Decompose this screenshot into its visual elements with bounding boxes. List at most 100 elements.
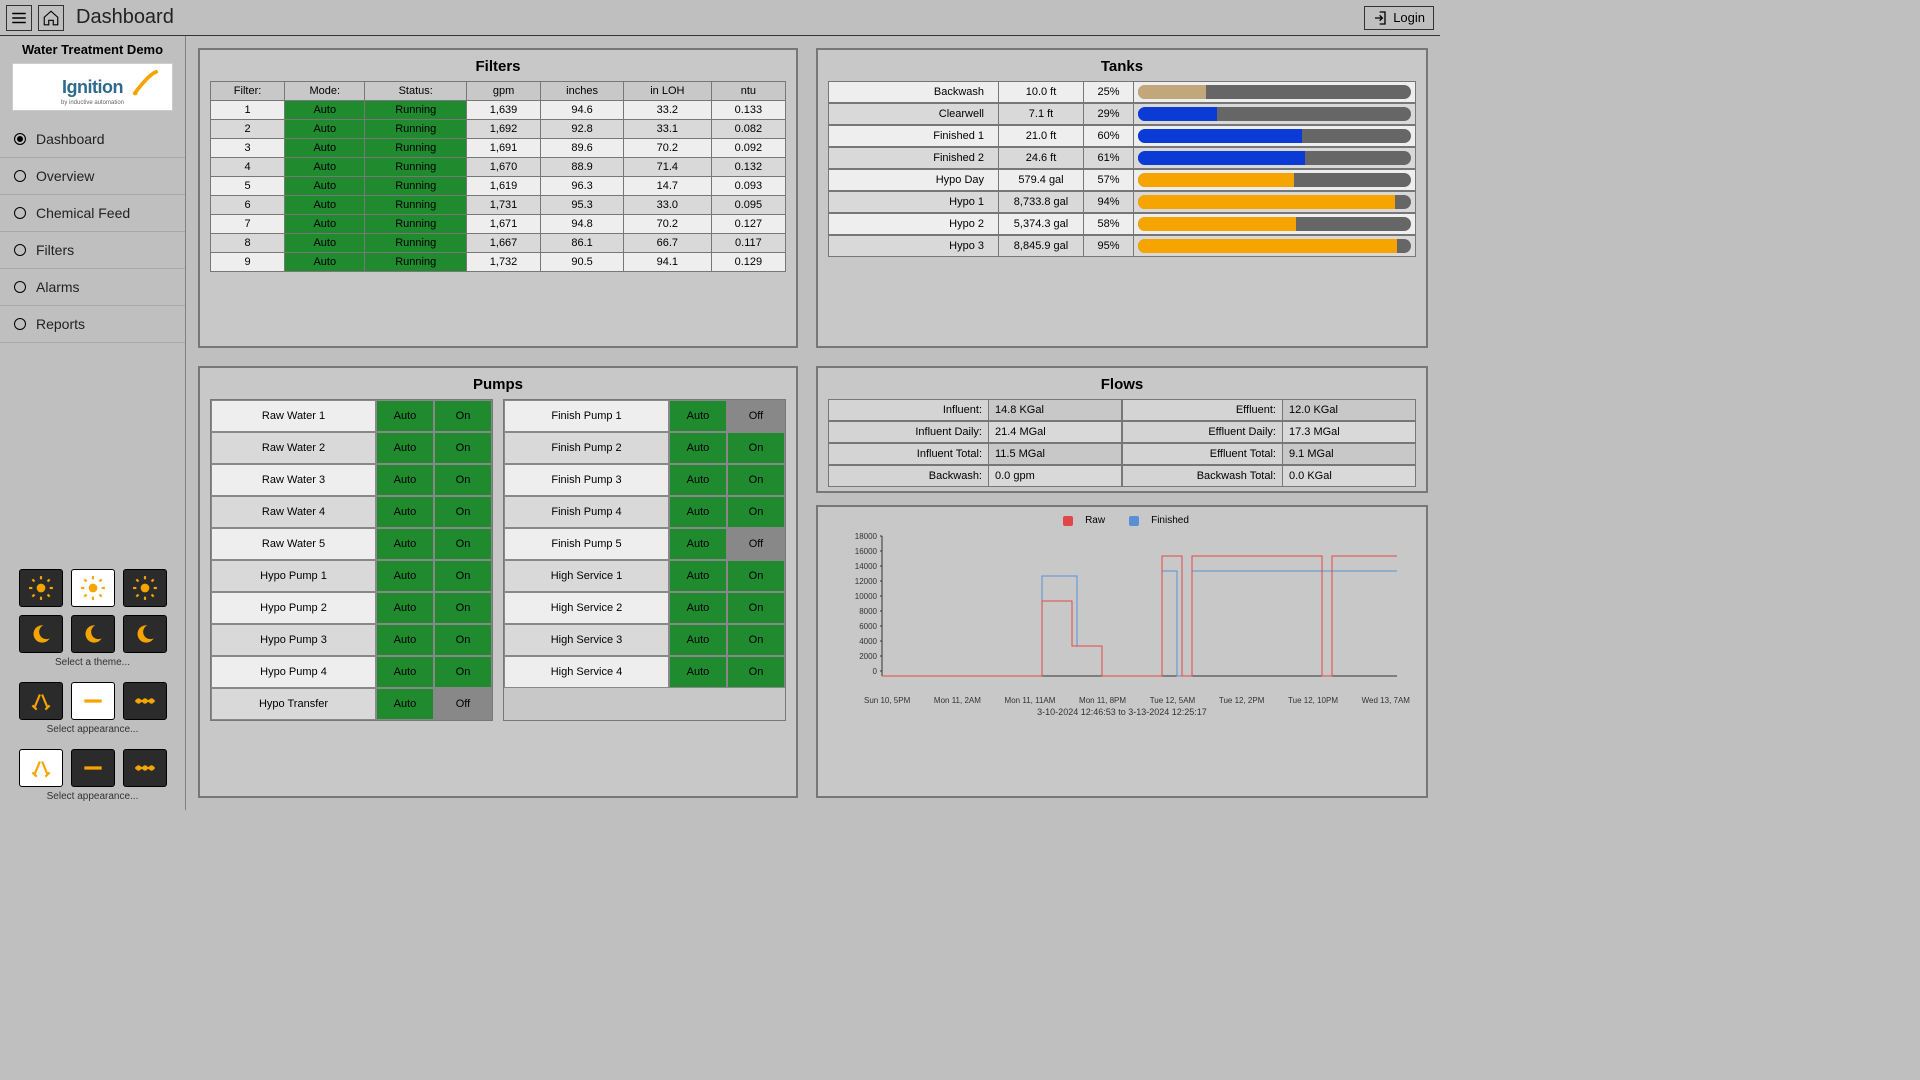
pump-row[interactable]: Hypo TransferAutoOff <box>211 688 492 720</box>
tank-pct: 95% <box>1084 236 1134 256</box>
logo: Ignition by inductive automation <box>12 63 173 111</box>
nav-item-dashboard[interactable]: Dashboard <box>0 121 185 158</box>
pump-row[interactable]: Raw Water 4AutoOn <box>211 496 492 528</box>
theme-tile-3[interactable] <box>19 615 63 653</box>
theme-tile-4[interactable] <box>71 615 115 653</box>
tank-pct: 57% <box>1084 170 1134 190</box>
appearance-tile-a-2[interactable] <box>123 682 167 720</box>
appearance-tile-a-0[interactable] <box>19 682 63 720</box>
radio-icon <box>14 207 26 219</box>
filters-header: Status: <box>365 82 466 101</box>
filter-row[interactable]: 4AutoRunning1,67088.971.40.132 <box>211 158 786 177</box>
pump-mode: Auto <box>376 464 434 496</box>
pump-row[interactable]: Raw Water 3AutoOn <box>211 464 492 496</box>
pump-row[interactable]: Finish Pump 5AutoOff <box>504 528 785 560</box>
filter-row[interactable]: 5AutoRunning1,61996.314.70.093 <box>211 177 786 196</box>
tank-pct: 61% <box>1084 148 1134 168</box>
flow-label: Influent Daily: <box>829 422 989 442</box>
pump-name: Finish Pump 2 <box>504 432 669 464</box>
xaxis-label: Tue 12, 2PM <box>1219 696 1265 705</box>
tank-row[interactable]: Hypo 25,374.3 gal58% <box>828 213 1416 235</box>
tank-row[interactable]: Clearwell7.1 ft29% <box>828 103 1416 125</box>
pump-row[interactable]: Hypo Pump 4AutoOn <box>211 656 492 688</box>
appearance-tile-a-1[interactable] <box>71 682 115 720</box>
tank-row[interactable]: Backwash10.0 ft25% <box>828 81 1416 103</box>
nav-item-filters[interactable]: Filters <box>0 232 185 269</box>
pump-row[interactable]: High Service 3AutoOn <box>504 624 785 656</box>
pump-state: On <box>727 656 785 688</box>
trend-chart: RawFinished 1800016000140001200010000800… <box>816 505 1428 798</box>
pump-row[interactable]: Hypo Pump 2AutoOn <box>211 592 492 624</box>
flows-title: Flows <box>828 376 1416 393</box>
filter-row[interactable]: 8AutoRunning1,66786.166.70.117 <box>211 234 786 253</box>
nav-item-chemical-feed[interactable]: Chemical Feed <box>0 195 185 232</box>
theme-tile-1[interactable] <box>71 569 115 607</box>
pump-row[interactable]: Raw Water 5AutoOn <box>211 528 492 560</box>
appearance-caption-2: Select appearance... <box>0 791 185 802</box>
tank-row[interactable]: Hypo 18,733.8 gal94% <box>828 191 1416 213</box>
tank-row[interactable]: Hypo Day579.4 gal57% <box>828 169 1416 191</box>
pump-state: On <box>434 624 492 656</box>
filter-row[interactable]: 1AutoRunning1,63994.633.20.133 <box>211 101 786 120</box>
pump-row[interactable]: Finish Pump 2AutoOn <box>504 432 785 464</box>
home-button[interactable] <box>38 5 64 31</box>
theme-tile-2[interactable] <box>123 569 167 607</box>
login-button[interactable]: Login <box>1364 6 1434 30</box>
tank-name: Finished 1 <box>829 126 999 146</box>
menu-button[interactable] <box>6 5 32 31</box>
pump-row[interactable]: Finish Pump 3AutoOn <box>504 464 785 496</box>
pump-row[interactable]: High Service 4AutoOn <box>504 656 785 688</box>
filter-row[interactable]: 9AutoRunning1,73290.594.10.129 <box>211 253 786 272</box>
filter-row[interactable]: 7AutoRunning1,67194.870.20.127 <box>211 215 786 234</box>
appearance-tile-b-2[interactable] <box>123 749 167 787</box>
pump-row[interactable]: High Service 2AutoOn <box>504 592 785 624</box>
theme-tile-0[interactable] <box>19 569 63 607</box>
pump-row[interactable]: Raw Water 1AutoOn <box>211 400 492 432</box>
appearance-tile-b-0[interactable] <box>19 749 63 787</box>
pump-state: On <box>434 496 492 528</box>
pump-row[interactable]: Hypo Pump 3AutoOn <box>211 624 492 656</box>
flow-label: Effluent: <box>1123 400 1283 420</box>
filter-row[interactable]: 3AutoRunning1,69189.670.20.092 <box>211 139 786 158</box>
pump-state: On <box>434 432 492 464</box>
radio-icon <box>14 281 26 293</box>
pump-name: Hypo Pump 4 <box>211 656 376 688</box>
pump-name: Raw Water 1 <box>211 400 376 432</box>
flow-label: Effluent Total: <box>1123 444 1283 464</box>
pump-row[interactable]: Finish Pump 1AutoOff <box>504 400 785 432</box>
chart-plot: 1800016000140001200010000800060004000200… <box>824 531 1420 691</box>
flow-cell: Influent Total:11.5 MGal <box>828 443 1122 465</box>
pump-row[interactable]: High Service 1AutoOn <box>504 560 785 592</box>
appearance-tile-b-1[interactable] <box>71 749 115 787</box>
hamburger-icon <box>10 9 28 27</box>
tank-bar <box>1138 239 1411 253</box>
nav-label: Alarms <box>36 279 80 295</box>
tank-bar <box>1138 217 1411 231</box>
tank-level: 7.1 ft <box>999 104 1084 124</box>
filter-row[interactable]: 2AutoRunning1,69292.833.10.082 <box>211 120 786 139</box>
filter-row[interactable]: 6AutoRunning1,73195.333.00.095 <box>211 196 786 215</box>
tank-row[interactable]: Finished 121.0 ft60% <box>828 125 1416 147</box>
pump-row[interactable]: Hypo Pump 1AutoOn <box>211 560 492 592</box>
pump-mode: Auto <box>669 592 727 624</box>
flow-cell: Effluent:12.0 KGal <box>1122 399 1416 421</box>
pump-row[interactable]: Finish Pump 4AutoOn <box>504 496 785 528</box>
tank-row[interactable]: Finished 224.6 ft61% <box>828 147 1416 169</box>
flow-value: 21.4 MGal <box>989 422 1121 442</box>
svg-text:4000: 4000 <box>859 637 877 646</box>
nav-item-overview[interactable]: Overview <box>0 158 185 195</box>
pump-state: On <box>727 464 785 496</box>
tank-bar <box>1138 173 1411 187</box>
flow-cell: Backwash Total:0.0 KGal <box>1122 465 1416 487</box>
nav-label: Filters <box>36 242 74 258</box>
theme-tile-5[interactable] <box>123 615 167 653</box>
filters-panel: Filters Filter:Mode:Status:gpminchesin L… <box>198 48 798 348</box>
nav-item-reports[interactable]: Reports <box>0 306 185 343</box>
logo-swoosh-icon <box>130 70 158 98</box>
xaxis-label: Tue 12, 5AM <box>1150 696 1196 705</box>
tank-row[interactable]: Hypo 38,845.9 gal95% <box>828 235 1416 257</box>
pump-state: On <box>727 496 785 528</box>
pump-row[interactable]: Raw Water 2AutoOn <box>211 432 492 464</box>
nav-item-alarms[interactable]: Alarms <box>0 269 185 306</box>
flow-cell: Effluent Daily:17.3 MGal <box>1122 421 1416 443</box>
